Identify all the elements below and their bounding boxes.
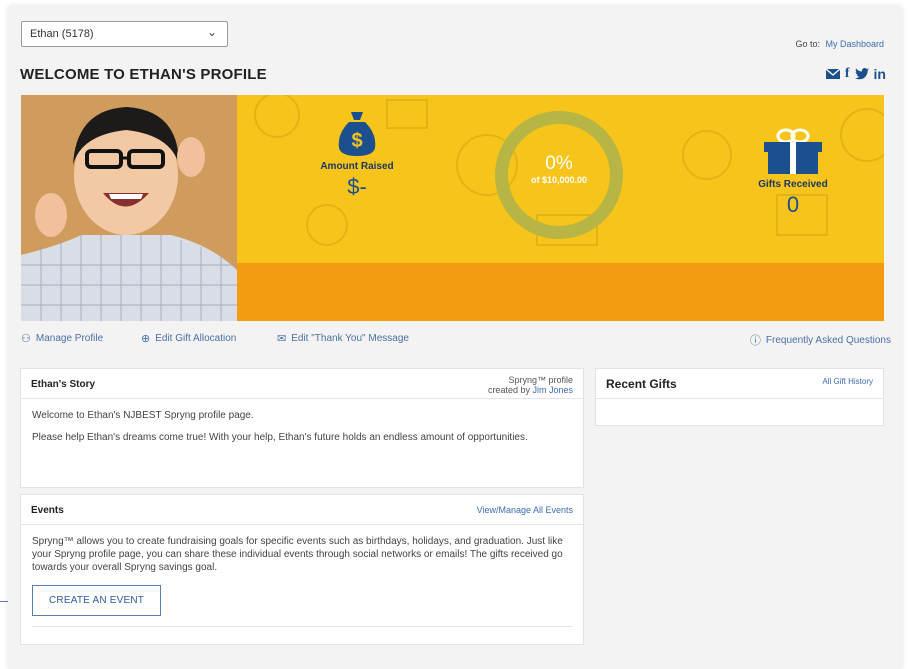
goto-label: Go to: [795, 39, 820, 49]
story-paragraph: Please help Ethan's dreams come true! Wi… [32, 432, 528, 443]
recent-gifts-title: Recent Gifts [606, 377, 677, 391]
story-profile-note: Spryng™ profile [508, 375, 573, 385]
my-dashboard-link[interactable]: My Dashboard [825, 39, 884, 49]
edit-gift-allocation-link[interactable]: ⊕ Edit Gift Allocation [141, 332, 236, 345]
progress-goal: of $10,000.00 [530, 175, 588, 185]
manage-profile-label: Manage Profile [35, 333, 104, 344]
story-author-link[interactable]: Jim Jones [532, 385, 573, 395]
recent-gifts-card: Recent Gifts All Gift History [595, 368, 884, 426]
goto-nav: Go to: My Dashboard [795, 39, 884, 49]
profile-photo [21, 95, 237, 321]
question-circle-icon: ⓘ [749, 335, 761, 347]
faq-label: Frequently Asked Questions [765, 334, 891, 346]
gifts-received-label: Gifts Received [758, 179, 828, 190]
story-title: Ethan's Story [31, 379, 96, 390]
story-paragraph: Welcome to Ethan's NJBEST Spryng profile… [32, 410, 254, 421]
child-selector[interactable]: Ethan (5178) ⌄ [21, 21, 228, 47]
edit-thank-you-link[interactable]: ✉ Edit "Thank You" Message [277, 332, 409, 345]
all-gift-history-link[interactable]: All Gift History [822, 377, 873, 386]
gifts-received-value: 0 [786, 192, 800, 217]
story-created-by-label: created by [487, 385, 530, 395]
profile-page: Ethan (5178) ⌄ Go to: My Dashboard WELCO… [8, 6, 902, 669]
profile-actions: ⚇ Manage Profile ⊕ Edit Gift Allocation … [21, 332, 891, 350]
envelope-icon: ✉ [277, 333, 287, 345]
story-credit: Spryng™ profile created by Jim Jones [488, 375, 573, 395]
manage-profile-link[interactable]: ⚇ Manage Profile [21, 332, 103, 345]
gifts-received-stat: Gifts Received 0 [737, 128, 849, 218]
twitter-icon[interactable] [854, 68, 869, 80]
amount-raised-stat: $ Amount Raised $- [301, 112, 413, 200]
child-selector-value: Ethan (5178) [30, 28, 94, 40]
fundraising-banner: $ Amount Raised $- Gifts Received 0 0% o… [21, 95, 884, 321]
story-card: Ethan's Story Spryng™ profile created by… [20, 368, 584, 488]
chevron-down-icon: ⌄ [206, 25, 217, 39]
gift-icon [764, 128, 822, 174]
create-event-button[interactable]: CREATE AN EVENT [32, 585, 162, 616]
facebook-icon[interactable]: f [845, 66, 850, 82]
progress-readout: 0% of $10,000.00 [495, 153, 623, 185]
progress-percent: 0% [545, 153, 573, 174]
view-manage-events-link[interactable]: View/Manage All Events [477, 505, 573, 515]
user-icon: ⚇ [21, 333, 31, 345]
mail-icon[interactable] [825, 69, 840, 79]
events-card: Events View/Manage All Events Spryng™ al… [20, 494, 584, 645]
edit-thank-you-label: Edit "Thank You" Message [291, 333, 409, 344]
globe-gift-icon: ⊕ [141, 333, 151, 345]
linkedin-icon[interactable]: in [874, 66, 886, 82]
svg-text:$: $ [351, 130, 362, 152]
edit-gift-allocation-label: Edit Gift Allocation [155, 333, 237, 344]
events-title: Events [31, 505, 64, 516]
amount-raised-value: $- [347, 174, 367, 199]
events-description: Spryng™ allows you to create fundraising… [32, 536, 563, 573]
faq-link[interactable]: ⓘ Frequently Asked Questions [750, 332, 891, 348]
amount-raised-label: Amount Raised [320, 161, 394, 172]
page-title: WELCOME TO ETHAN'S PROFILE [20, 66, 267, 83]
events-divider [32, 626, 572, 627]
social-share-bar: f in [825, 66, 886, 82]
banner-bottom-band [237, 263, 884, 321]
money-bag-icon: $ [338, 112, 376, 156]
